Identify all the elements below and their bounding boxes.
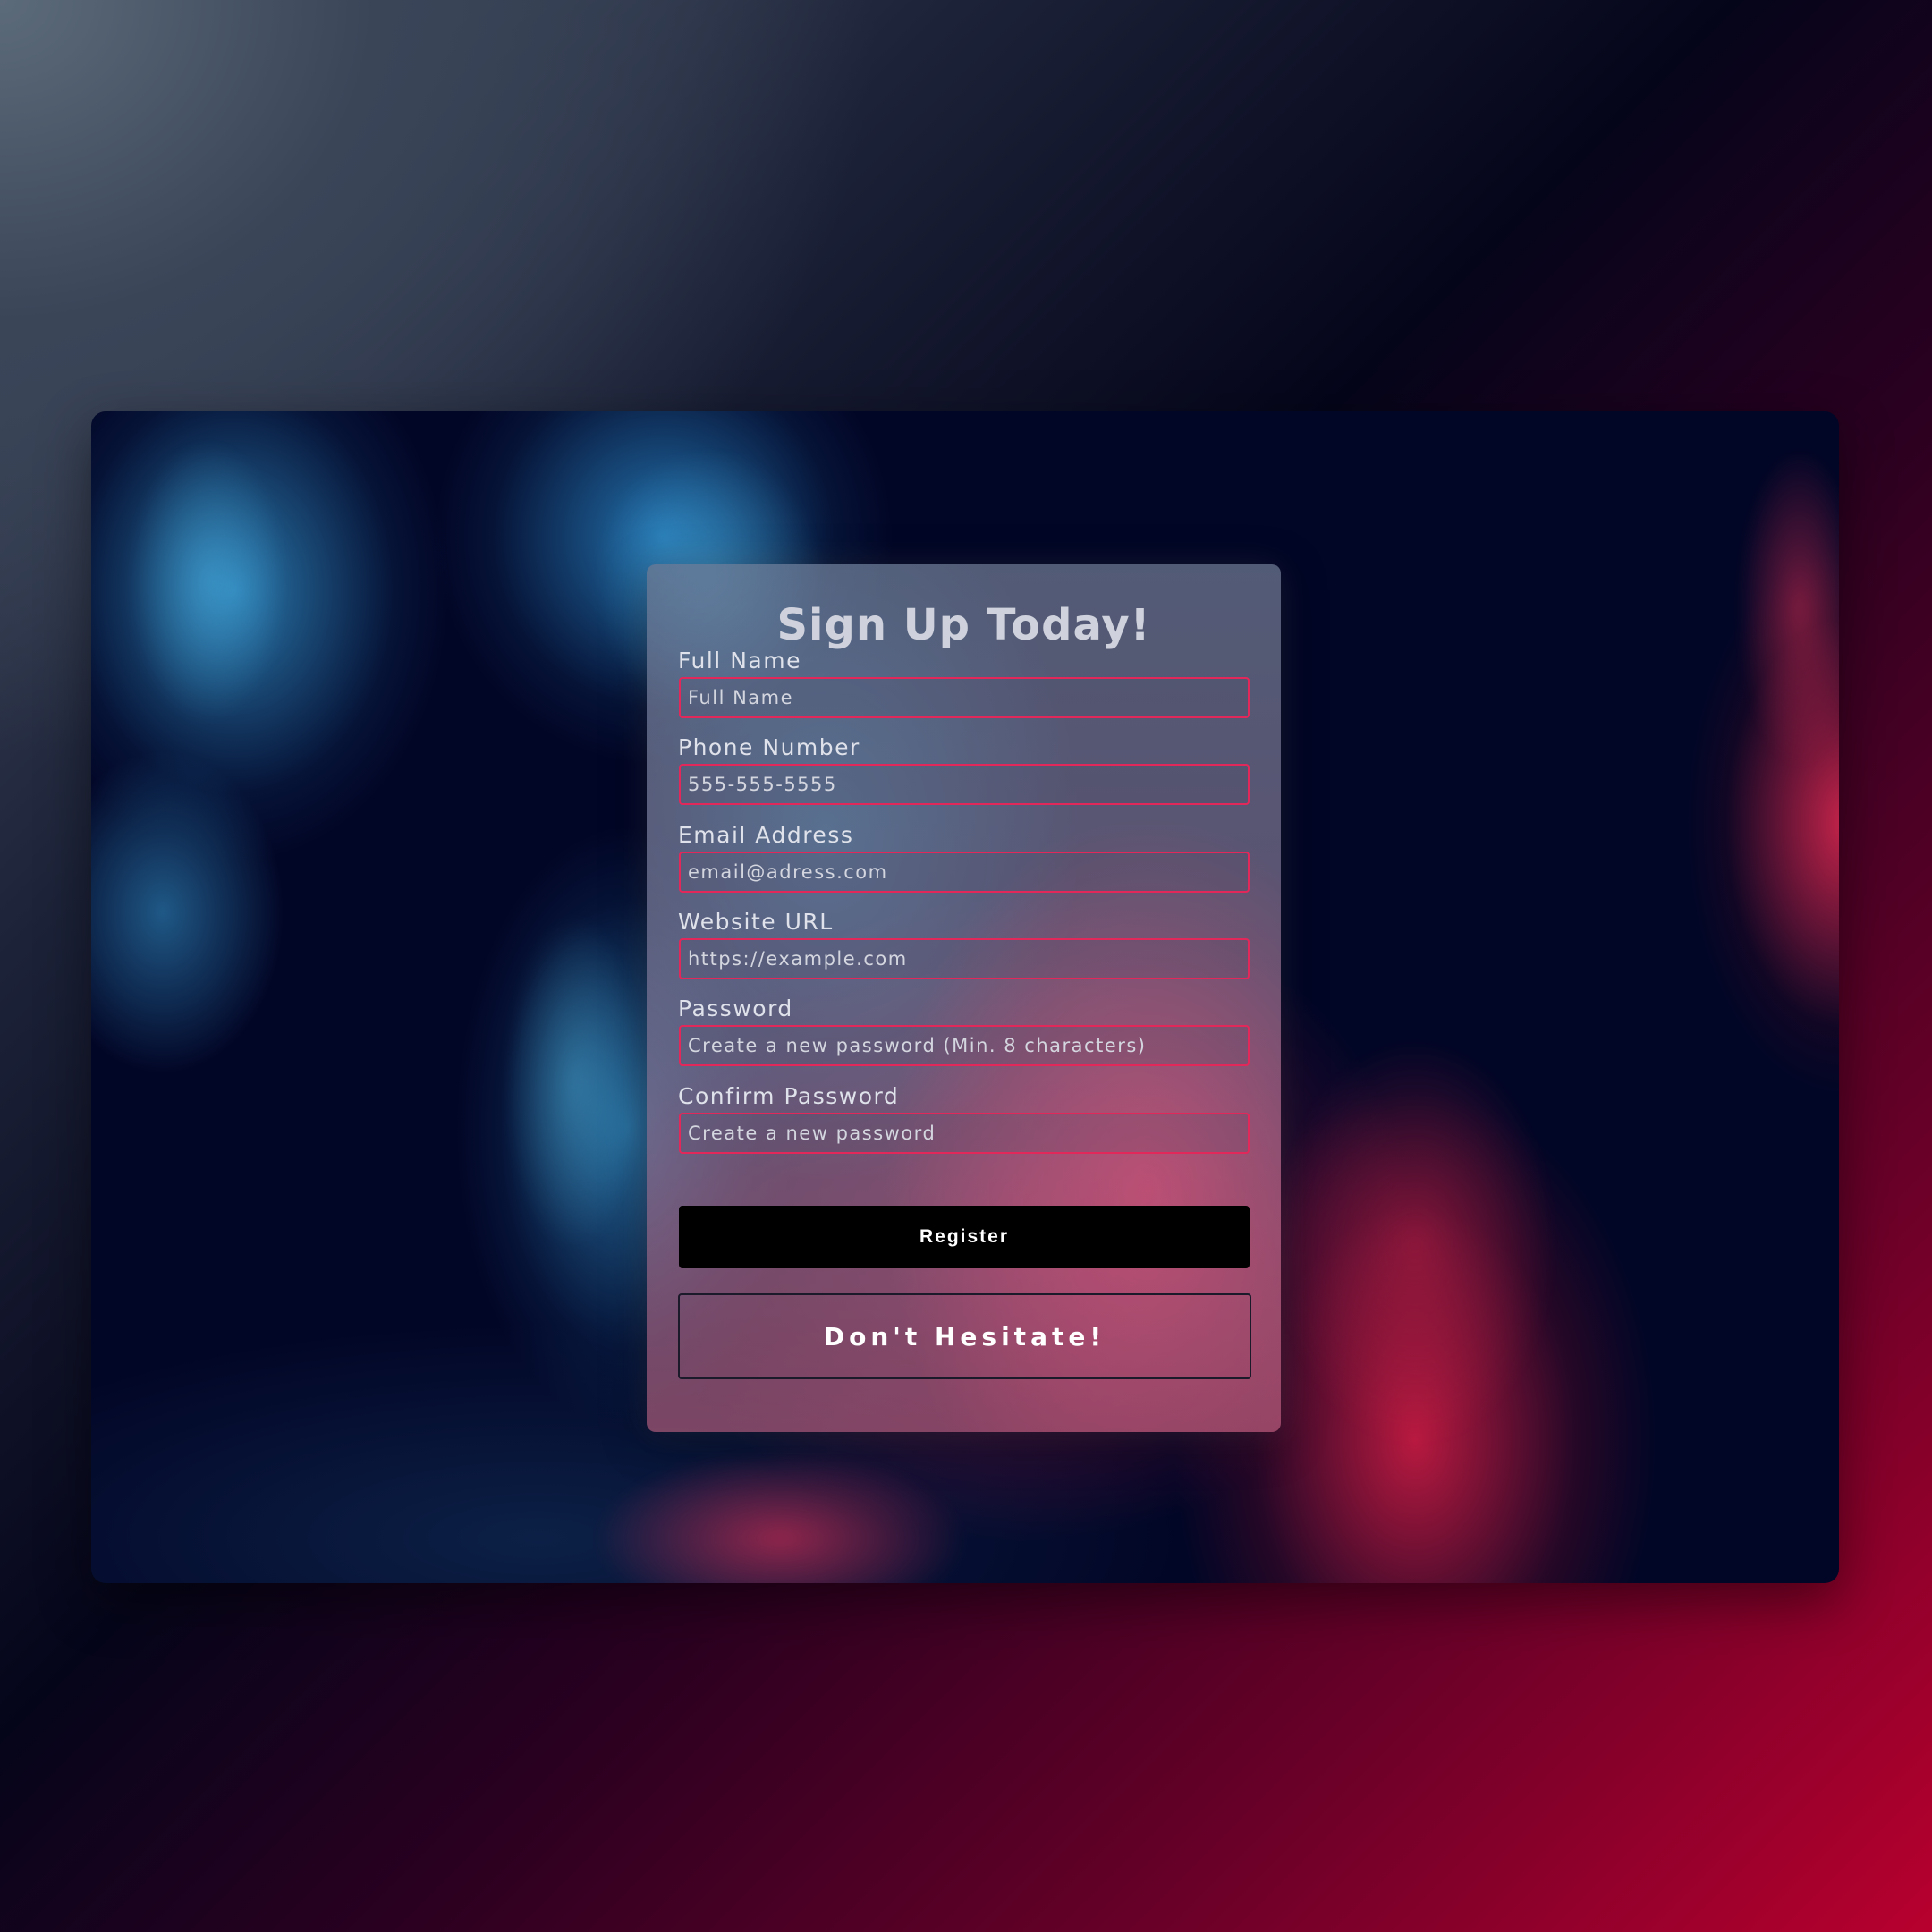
password-input[interactable] <box>679 1025 1250 1066</box>
hero-panel: Sign Up Today! Full Name Phone Number Em… <box>91 411 1839 1583</box>
confirm-password-label: Confirm Password <box>678 1083 900 1109</box>
phone-number-input[interactable] <box>679 764 1250 805</box>
full-name-input[interactable] <box>679 677 1250 718</box>
password-label: Password <box>678 996 793 1021</box>
phone-number-label: Phone Number <box>678 734 860 760</box>
email-address-input[interactable] <box>679 852 1250 893</box>
signup-card: Sign Up Today! Full Name Phone Number Em… <box>647 564 1281 1432</box>
signup-title: Sign Up Today! <box>776 600 1151 650</box>
website-url-label: Website URL <box>678 909 834 935</box>
register-button[interactable]: Register <box>679 1206 1250 1268</box>
email-address-label: Email Address <box>678 822 854 848</box>
dont-hesitate-button[interactable]: Don't Hesitate! <box>678 1293 1251 1379</box>
red-smoke-decoration <box>592 1449 968 1583</box>
red-smoke-decoration <box>1272 1038 1558 1449</box>
full-name-label: Full Name <box>678 648 801 674</box>
website-url-input[interactable] <box>679 938 1250 979</box>
blue-smoke-decoration <box>127 438 288 724</box>
red-smoke-decoration <box>1737 447 1839 769</box>
confirm-password-input[interactable] <box>679 1113 1250 1154</box>
blue-smoke-decoration <box>503 912 646 1252</box>
